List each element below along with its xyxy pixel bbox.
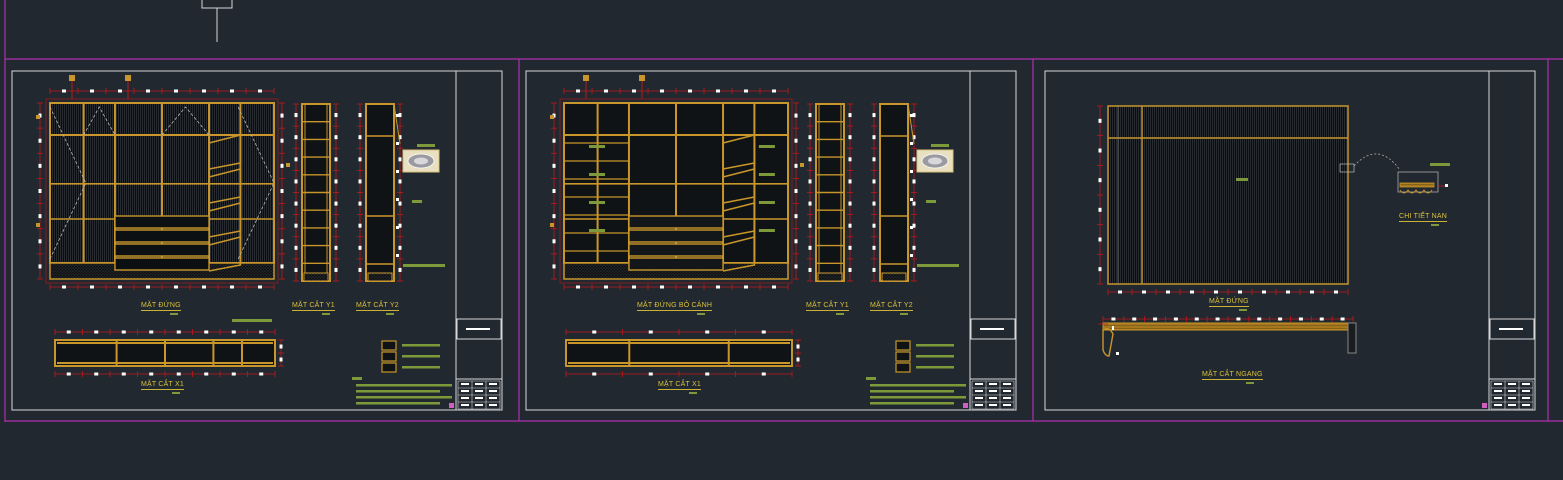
slat-panel-section — [1098, 316, 1357, 357]
slat-panel-elevation — [1097, 105, 1349, 295]
label-section-y2: MẶT CẮT Y2 — [356, 302, 399, 311]
sheet-1 — [11, 70, 503, 411]
label-elevation: MẶT ĐỨNG — [141, 302, 181, 311]
sheet-3 — [1044, 70, 1536, 411]
light-fixture-symbol — [916, 144, 954, 173]
section-y1 — [293, 103, 339, 282]
label-section-y1: MẶT CẮT Y1 — [806, 302, 849, 311]
cad-drawing-canvas[interactable] — [0, 0, 1563, 480]
section-x1 — [54, 329, 284, 377]
section-x1 — [565, 329, 801, 377]
wardrobe-elevation-with-doors — [36, 75, 290, 290]
label-section-y1: MẶT CẮT Y1 — [292, 302, 335, 311]
legend-notes — [866, 340, 966, 405]
label-section-x1: MẶT CẮT X1 — [141, 381, 184, 390]
section-y1 — [807, 103, 853, 282]
label-section-x1: MẶT CẮT X1 — [658, 381, 701, 390]
section-y2 — [357, 103, 403, 282]
label-section-y2: MẶT CẮT Y2 — [870, 302, 913, 311]
sheet-2 — [525, 70, 1017, 411]
label-section-horizontal: MẶT CẮT NGANG — [1202, 371, 1263, 380]
wardrobe-elevation-without-doors — [550, 75, 804, 290]
slat-detail — [1339, 153, 1450, 194]
light-fixture-symbol — [402, 144, 440, 173]
label-elevation: MẶT ĐỨNG — [1209, 298, 1249, 307]
north-reference-symbol — [201, 0, 233, 42]
label-slat-detail: CHI TIẾT NAN — [1399, 213, 1448, 222]
label-elevation: MẶT ĐỨNG BỎ CÁNH — [637, 302, 713, 311]
section-y2 — [871, 103, 917, 282]
legend-notes — [352, 340, 452, 405]
